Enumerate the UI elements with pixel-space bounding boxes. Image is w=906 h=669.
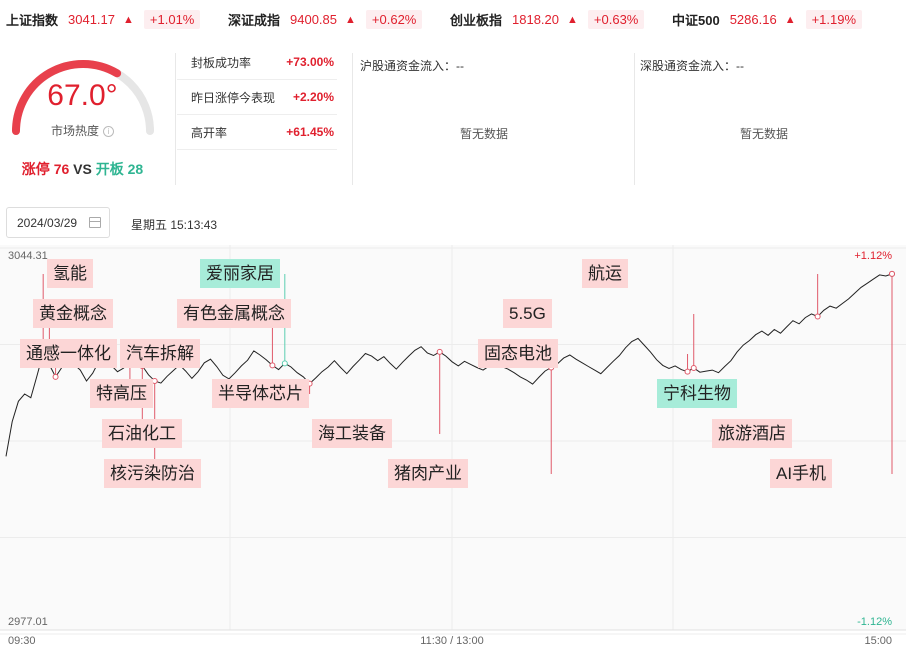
up-arrow-icon: ▲ [123,13,134,26]
pct-max-label: +1.12% [854,250,892,262]
hk-sz-empty: 暂无数据 [740,127,789,141]
stat-label: 高开率 [191,125,228,140]
up-arrow-icon: ▲ [345,13,356,26]
index-name: 创业板指 [450,13,503,28]
concept-tag[interactable]: 宁科生物 [657,379,737,408]
stats-list: 封板成功率 +73.00% 昨日涨停今表现 +2.20% 高开率 +61.45% [177,45,337,150]
stat-row: 昨日涨停今表现 +2.20% [177,80,337,115]
hk-sh-empty: 暂无数据 [460,127,509,141]
marker-dot [889,270,895,277]
heat-label-row: 市场热度 i [0,122,165,139]
concept-tag[interactable]: 半导体芯片 [212,379,309,408]
concept-tag[interactable]: 氢能 [47,259,93,288]
marker-dot [281,360,288,367]
up-arrow-icon: ▲ [784,13,796,26]
concept-tag[interactable]: 通感一体化 [20,339,117,368]
index-bar: 上证指数 3041.17 ▲ +1.01% 深证成指 9400.85 ▲ +0.… [0,0,906,38]
concept-tag[interactable]: 有色金属概念 [177,299,291,328]
index-pct: +1.19% [805,10,863,29]
stat-row: 高开率 +61.45% [177,115,337,150]
concept-tag[interactable]: 旅游酒店 [712,419,792,448]
date-value: 2024/03/29 [17,216,78,230]
marker-dot [52,373,59,380]
concept-tag[interactable]: 猪肉产业 [388,459,468,488]
index-value: 3041.17 [68,12,116,27]
stat-row: 封板成功率 +73.00% [177,45,337,80]
index-item-zz500[interactable]: 中证500 5286.16 ▲ +1.19% [672,10,863,29]
stat-value: +73.00% [286,55,334,69]
index-value: 9400.85 [290,12,338,27]
y-min-label: 2977.01 [8,616,48,628]
index-name: 中证500 [672,13,720,28]
marker-dot [690,365,697,372]
open-label: 开板 [95,161,124,177]
open-count: 28 [127,161,144,177]
intraday-chart: 3044.31 2977.01 +1.12% -1.12% 09:30 11:3… [0,245,906,664]
marker-dot [269,362,276,369]
limit-up-count: 76 [53,161,70,177]
limit-summary: 涨停 76 VS 开板 28 [0,159,165,179]
index-name: 深证成指 [228,13,281,28]
up-arrow-icon: ▲ [567,13,578,26]
concept-tag[interactable]: 5.5G [503,299,552,328]
marker-dot [684,368,691,375]
index-name: 上证指数 [6,13,59,28]
limit-up-label: 涨停 [21,161,50,177]
divider [634,53,635,185]
stat-label: 昨日涨停今表现 [191,90,276,105]
index-item-cy[interactable]: 创业板指 1818.20 ▲ +0.63% [450,10,645,29]
pct-min-label: -1.12% [857,616,892,628]
marker-dot [814,313,821,320]
date-picker[interactable]: 2024/03/29 [6,207,110,238]
x-label-open: 09:30 [8,635,36,647]
index-pct: +0.62% [365,10,423,29]
concept-tag[interactable]: 航运 [582,259,628,288]
stat-value: +61.45% [286,125,334,139]
x-label-close: 15:00 [864,635,892,647]
heat-value: 67.0° [47,79,118,112]
concept-tag[interactable]: 海工装备 [312,419,392,448]
concept-tag[interactable]: 汽车拆解 [120,339,200,368]
hk-sz-flow-label: 深股通资金流入：-- [640,59,744,73]
divider [175,53,176,185]
hk-sh-flow-label: 沪股通资金流入：-- [360,59,464,73]
concept-tag[interactable]: 特高压 [90,379,153,408]
index-item-sh[interactable]: 上证指数 3041.17 ▲ +1.01% [6,10,201,29]
index-pct: +0.63% [587,10,645,29]
marker-dot [436,348,443,355]
info-icon[interactable]: i [103,126,114,138]
concept-tag[interactable]: 爱丽家居 [200,259,280,288]
concept-tag[interactable]: 黄金概念 [33,299,113,328]
x-label-mid: 11:30 / 13:00 [420,635,483,647]
concept-tag[interactable]: 核污染防治 [104,459,201,488]
concept-tag[interactable]: 固态电池 [478,339,558,368]
index-value: 1818.20 [512,12,560,27]
index-pct: +1.01% [143,10,201,29]
stat-value: +2.20% [292,90,334,104]
stat-label: 封板成功率 [191,55,252,70]
divider [352,53,353,185]
vs-label: VS [73,161,92,177]
intraday-chart-svg: 3044.31 2977.01 +1.12% -1.12% 09:30 11:3… [0,245,906,647]
concept-tag[interactable]: AI手机 [770,459,833,488]
weekday-time: 星期五 15:13:43 [131,218,218,232]
index-value: 5286.16 [729,12,777,27]
calendar-icon[interactable] [89,217,101,228]
heat-label: 市场热度 [50,124,99,138]
concept-tag[interactable]: 石油化工 [102,419,182,448]
sentiment-panel: 67.0° 市场热度 i 涨停 76 VS 开板 28 封板成功率 +73.00%… [0,45,906,190]
y-max-label: 3044.31 [8,250,48,262]
index-item-sz[interactable]: 深证成指 9400.85 ▲ +0.62% [228,10,423,29]
